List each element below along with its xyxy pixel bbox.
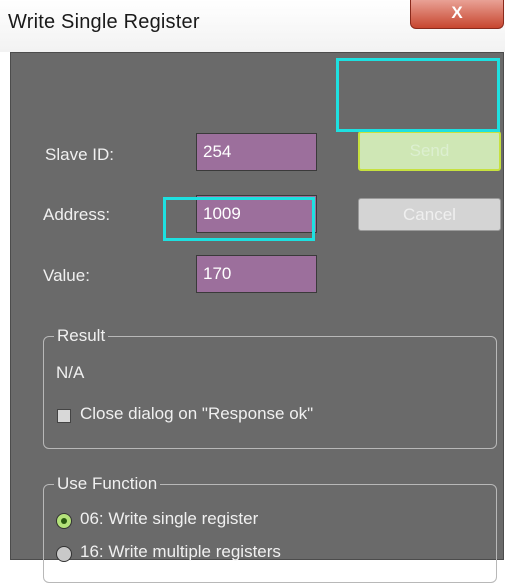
address-label: Address: — [43, 205, 111, 224]
address-input[interactable] — [196, 195, 317, 233]
result-text: N/A — [56, 363, 85, 382]
title-bar: Write Single Register X — [0, 0, 505, 52]
close-dialog-checkbox[interactable] — [57, 409, 71, 423]
slave-id-label: Slave ID: — [45, 145, 114, 164]
result-group: Result N/A Close dialog on "Response ok" — [43, 326, 497, 449]
result-group-label: Result — [54, 326, 109, 346]
radio-write-multiple-registers[interactable] — [56, 546, 72, 562]
value-input[interactable] — [196, 255, 317, 293]
close-dialog-label[interactable]: Close dialog on "Response ok" — [80, 404, 313, 424]
close-icon: X — [451, 3, 463, 22]
window-title: Write Single Register — [8, 11, 200, 33]
radio-write-single-register[interactable] — [56, 513, 72, 529]
option-write-single-register-label[interactable]: 06: Write single register — [80, 509, 258, 529]
use-function-group-label: Use Function — [54, 474, 161, 494]
close-button[interactable]: X — [410, 0, 504, 29]
send-button[interactable]: Send — [358, 131, 501, 171]
option-write-multiple-registers-label[interactable]: 16: Write multiple registers — [80, 542, 281, 562]
dialog-client-area: Slave ID: Address: Value: Send Cancel Re… — [10, 52, 504, 583]
use-function-group: Use Function 06: Write single register 1… — [43, 474, 497, 583]
cancel-button[interactable]: Cancel — [358, 198, 501, 231]
slave-id-input[interactable] — [196, 133, 317, 171]
value-label: Value: — [43, 266, 90, 285]
